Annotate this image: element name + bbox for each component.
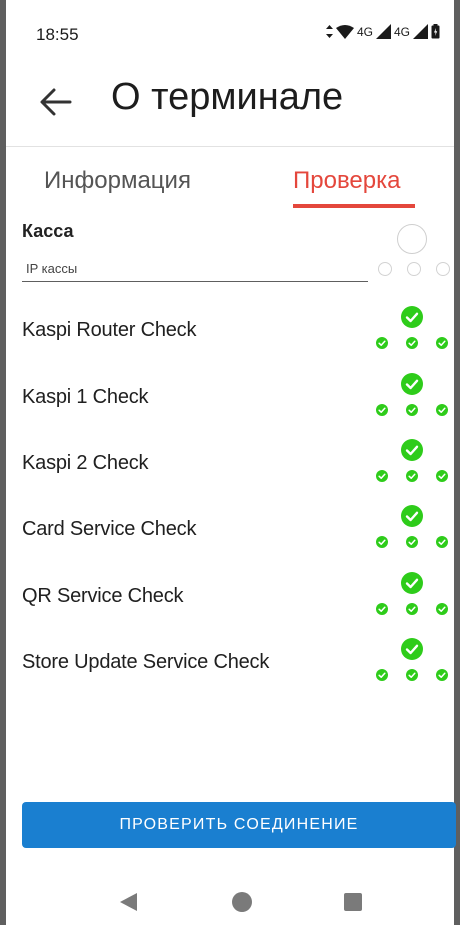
status-bar: 18:55 4G 4G	[6, 0, 454, 60]
check-connection-button[interactable]: ПРОВЕРИТЬ СОЕДИНЕНИЕ	[22, 802, 456, 848]
network-type-label-2: 4G	[393, 24, 410, 39]
check-label: Kaspi 1 Check	[22, 386, 149, 408]
check-small-icon	[376, 470, 388, 482]
check-circle-icon	[401, 638, 423, 660]
check-label: Card Service Check	[22, 518, 197, 540]
check-status	[375, 638, 451, 688]
check-label: Kaspi Router Check	[22, 319, 197, 341]
check-circle-icon	[401, 373, 423, 395]
wifi-icon	[335, 24, 354, 39]
kassa-label: Касса	[22, 221, 74, 241]
ip-kassa-input[interactable]	[22, 255, 368, 282]
check-small-icon	[406, 669, 418, 681]
tab-check[interactable]: Проверка	[293, 167, 401, 195]
check-small-icon	[406, 603, 418, 615]
status-icons: 4G 4G	[325, 24, 440, 39]
tab-information[interactable]: Информация	[44, 167, 191, 195]
check-small-icon	[376, 536, 388, 548]
system-nav-bar	[6, 880, 454, 925]
check-small-icon	[406, 404, 418, 416]
check-small-icon	[376, 404, 388, 416]
square-recents-icon[interactable]	[344, 893, 362, 911]
check-small-icon	[436, 337, 448, 349]
kassa-pending-dot	[378, 262, 392, 276]
check-status	[375, 505, 451, 555]
check-small-icon	[436, 404, 448, 416]
check-status	[375, 439, 451, 489]
device-frame-right	[454, 0, 460, 925]
check-label: Kaspi 2 Check	[22, 452, 149, 474]
signal-icon	[375, 24, 391, 39]
triangle-back-icon[interactable]	[118, 891, 140, 913]
kassa-pending-circle	[397, 224, 427, 254]
check-small-icon	[436, 603, 448, 615]
kassa-pending-dot	[407, 262, 421, 276]
app-bar: О терминале	[6, 60, 454, 147]
circle-home-icon[interactable]	[232, 892, 252, 912]
check-circle-icon	[401, 572, 423, 594]
kassa-pending-dot	[436, 262, 450, 276]
check-status	[375, 306, 451, 356]
active-tab-indicator	[293, 204, 415, 208]
network-type-label: 4G	[356, 24, 373, 39]
signal-icon-2	[413, 24, 428, 39]
status-time: 18:55	[36, 25, 79, 44]
check-small-icon	[376, 603, 388, 615]
check-circle-icon	[401, 306, 423, 328]
check-small-icon	[406, 470, 418, 482]
check-small-icon	[406, 536, 418, 548]
check-small-icon	[406, 337, 418, 349]
check-label: QR Service Check	[22, 585, 184, 607]
kassa-status-indicator	[378, 222, 450, 280]
tab-bar: Информация Проверка	[6, 147, 454, 209]
check-small-icon	[376, 337, 388, 349]
check-small-icon	[436, 470, 448, 482]
check-status	[375, 373, 451, 423]
battery-icon	[431, 24, 440, 39]
arrow-left-icon[interactable]	[36, 82, 76, 122]
check-small-icon	[436, 536, 448, 548]
check-small-icon	[436, 669, 448, 681]
check-status	[375, 572, 451, 622]
check-circle-icon	[401, 439, 423, 461]
page-title: О терминале	[111, 76, 344, 118]
data-arrows-icon	[325, 25, 333, 38]
check-circle-icon	[401, 505, 423, 527]
check-small-icon	[376, 669, 388, 681]
check-label: Store Update Service Check	[22, 651, 270, 673]
